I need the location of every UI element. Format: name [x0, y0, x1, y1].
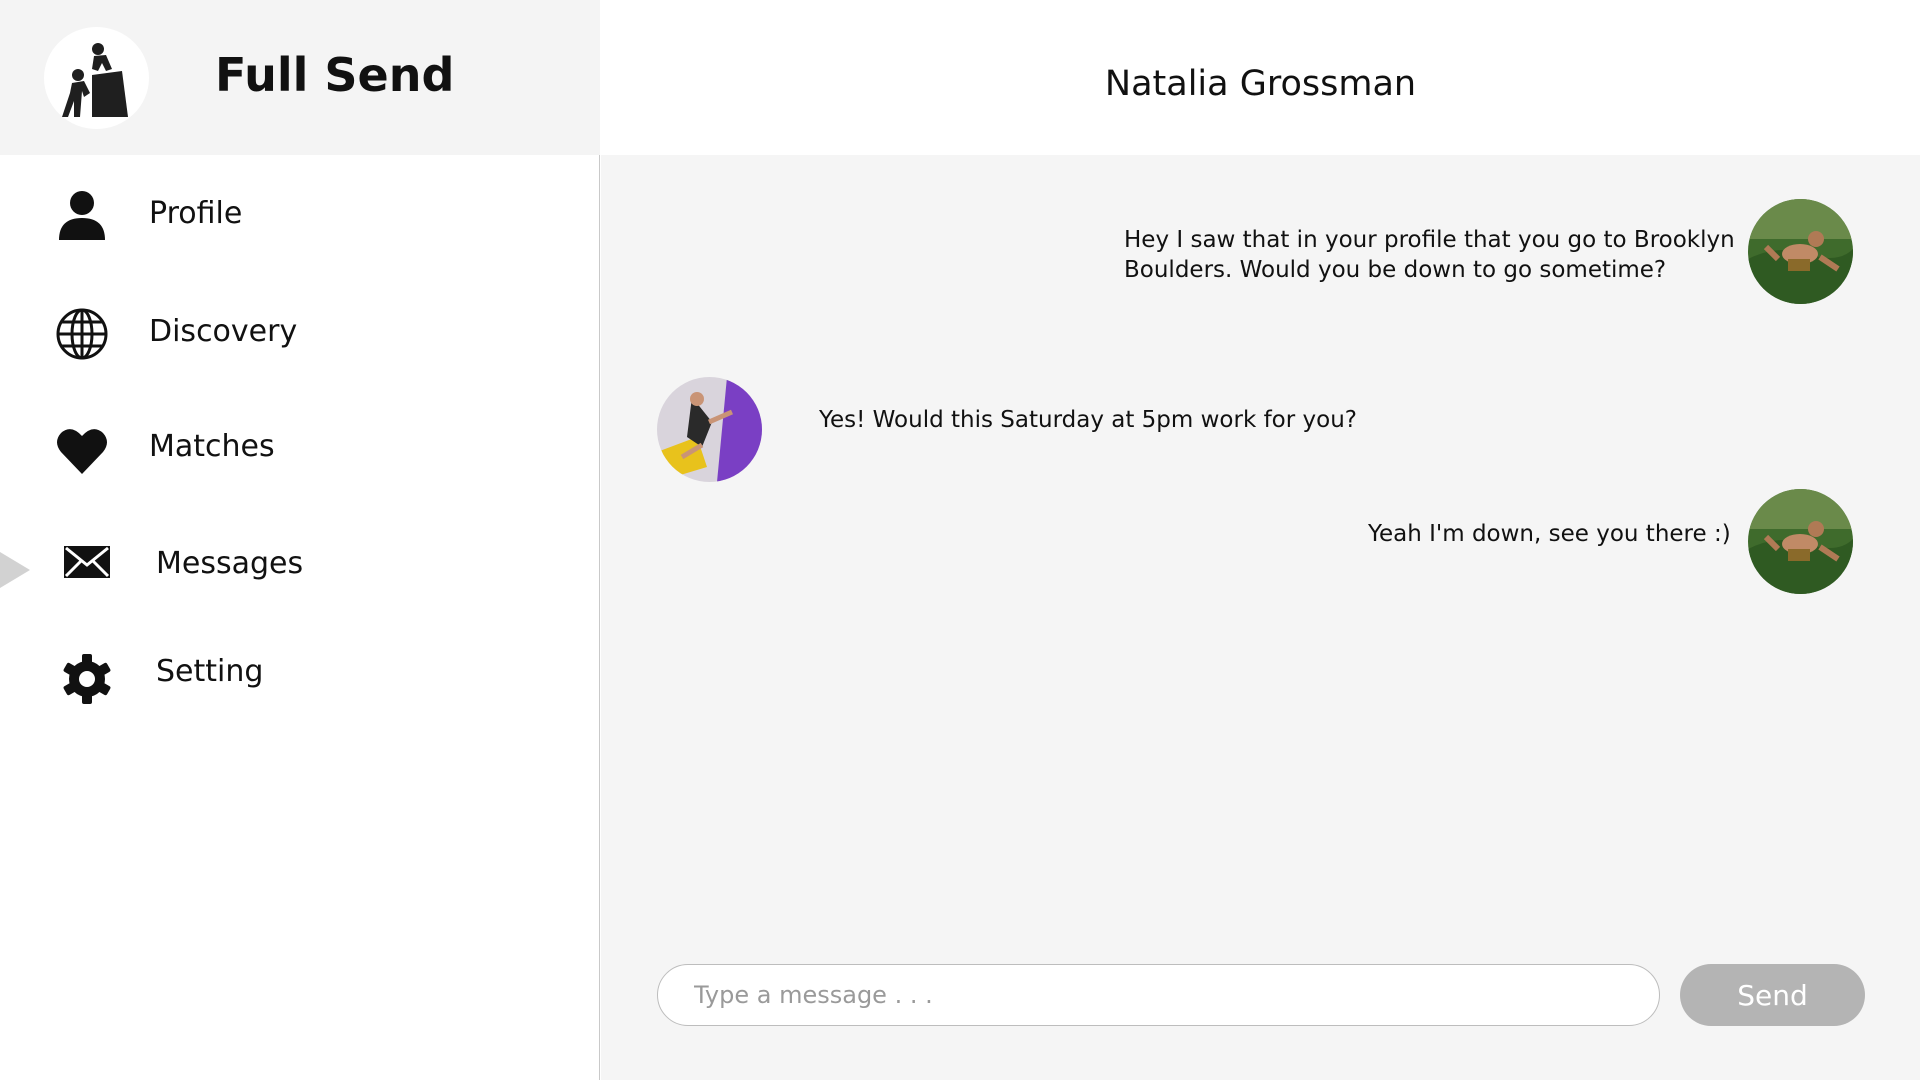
- chat-header: Natalia Grossman: [601, 0, 1920, 155]
- envelope-icon: [64, 546, 110, 578]
- contact-name: Natalia Grossman: [1104, 64, 1417, 104]
- sidebar-item-setting[interactable]: Setting: [0, 630, 600, 720]
- brand-header: Full Send: [0, 0, 600, 155]
- avatar[interactable]: [1748, 489, 1853, 594]
- avatar[interactable]: [1748, 199, 1853, 304]
- message-line: Hey I saw that in your profile that you …: [1124, 227, 1735, 253]
- sidebar-item-messages[interactable]: Messages: [0, 520, 600, 610]
- sidebar-item-matches[interactable]: Matches: [0, 401, 600, 491]
- avatar[interactable]: [657, 377, 762, 482]
- message-input[interactable]: [657, 964, 1660, 1026]
- send-button[interactable]: Send: [1680, 964, 1865, 1026]
- sidebar-item-label: Discovery: [149, 314, 298, 349]
- heart-icon: [57, 429, 107, 474]
- sidebar-item-profile[interactable]: Profile: [0, 170, 600, 260]
- sidebar-item-label: Matches: [149, 429, 275, 464]
- sidebar-item-discovery[interactable]: Discovery: [0, 287, 600, 377]
- sidebar-item-label: Profile: [149, 196, 243, 231]
- sidebar-item-label: Messages: [156, 546, 304, 581]
- sidebar: Full Send Profile Discovery Matches Mess…: [0, 0, 600, 1080]
- chat-body: Hey I saw that in your profile that you …: [601, 155, 1920, 1080]
- message-outgoing: Yeah I'm down, see you there :): [1368, 521, 1731, 547]
- app-title: Full Send: [215, 48, 455, 102]
- climbers-logo-icon[interactable]: [44, 27, 149, 129]
- globe-icon: [56, 308, 108, 360]
- message-incoming: Yes! Would this Saturday at 5pm work for…: [819, 407, 1357, 433]
- sidebar-item-label: Setting: [156, 654, 264, 689]
- message-line: Boulders. Would you be down to go someti…: [1124, 257, 1667, 283]
- gear-icon: [63, 654, 111, 704]
- message-outgoing: Hey I saw that in your profile that you …: [1124, 225, 1735, 285]
- person-icon: [59, 191, 105, 240]
